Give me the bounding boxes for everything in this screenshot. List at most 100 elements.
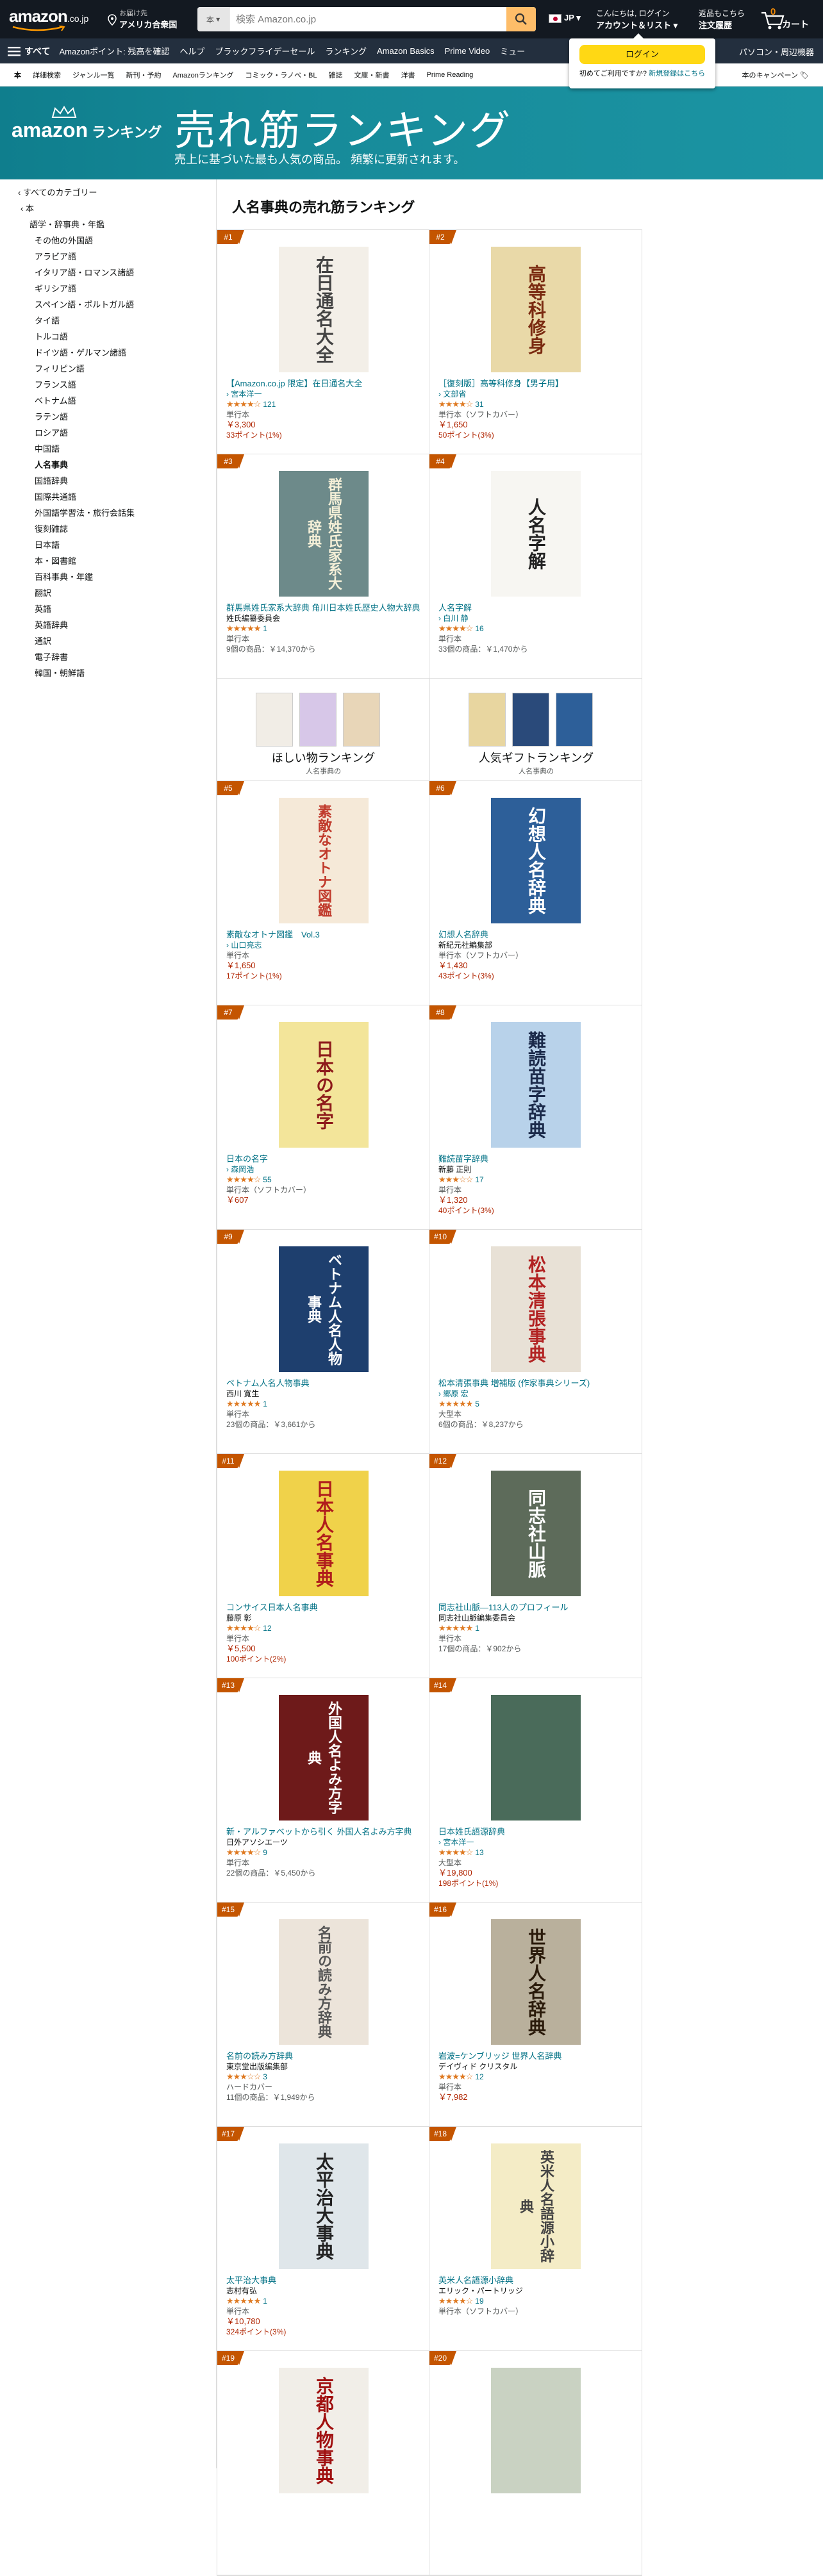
sidebar-category-item[interactable]: 国語辞典	[18, 473, 135, 489]
book-cover-image[interactable]: 同志社山脈	[491, 1471, 581, 1596]
dept-item-genres[interactable]: ジャンル一覧	[72, 70, 114, 80]
book-cover-image[interactable]: 京都人物事典	[279, 2368, 369, 2493]
product-title-link[interactable]: コンサイス日本人名事典	[226, 1603, 425, 1613]
product-rating[interactable]: ★★★★★ 1	[438, 1623, 637, 1633]
gift-ranking-link[interactable]: 人気ギフトランキング 人名事典の	[429, 679, 642, 781]
subnav-item-black-friday[interactable]: ブラックフライデーセール	[215, 45, 315, 57]
book-cover-image[interactable]: 外国人名よみ方字典	[279, 1695, 369, 1821]
dept-item-foreign-books[interactable]: 洋書	[401, 70, 415, 80]
product-rating[interactable]: ★★★★☆ 13	[438, 1847, 637, 1858]
product-card[interactable]: #1 在日通名大全 【Amazon.co.jp 限定】在日通名大全 › 宮本洋一 ★★★…	[217, 230, 429, 454]
sidebar-category-item[interactable]: ラテン語	[18, 409, 135, 425]
deliver-to[interactable]: お届け先 アメリカ合衆国	[108, 8, 204, 31]
product-rating[interactable]: ★★★★★ 1	[226, 2296, 425, 2306]
signup-link[interactable]: 新規登録はこちら	[649, 70, 705, 78]
product-card[interactable]: #18 英米人名語源小辞典 英米人名語源小辞典 エリック・パートリッジ ★★★★☆ 19 単…	[429, 2127, 642, 2350]
sidebar-category-item[interactable]: 国際共通語	[18, 489, 135, 505]
book-cover-image[interactable]	[491, 1695, 581, 1821]
dept-item-paperbacks[interactable]: 文庫・新書	[354, 70, 390, 80]
product-rating[interactable]: ★★★☆☆ 3	[226, 2072, 425, 2082]
sidebar-category-item[interactable]: トルコ語	[18, 329, 135, 345]
product-card[interactable]: #19 京都人物事典	[217, 2351, 429, 2575]
account-menu[interactable]: こんにちは, ログイン アカウント＆リスト ▾	[596, 8, 678, 31]
product-rating[interactable]: ★★★☆☆ 17	[438, 1175, 637, 1185]
book-cover-image[interactable]	[491, 2368, 581, 2493]
product-title-link[interactable]: 新・アルファベットから引く 外国人名よみ方字典	[226, 1827, 425, 1837]
sidebar-category-item[interactable]: 翻訳	[18, 585, 135, 601]
sidebar-category-item[interactable]: 電子辞書	[18, 649, 135, 665]
product-author[interactable]: › 郷原 宏	[438, 1389, 637, 1399]
product-title-link[interactable]: 英米人名語源小辞典	[438, 2275, 637, 2286]
book-cover-image[interactable]: 日本の名字	[279, 1022, 369, 1148]
product-offers[interactable]: 11個の商品：￥1,949から	[226, 2092, 425, 2102]
product-title-link[interactable]: 名前の読み方辞典	[226, 2051, 425, 2061]
sidebar-category-item[interactable]: その他の外国語	[18, 233, 135, 249]
book-cover-image[interactable]: ベトナム人名人物事典	[279, 1246, 369, 1372]
dept-item-prime-reading[interactable]: Prime Reading	[427, 71, 474, 79]
dept-item-new-releases[interactable]: 新刊・予約	[126, 70, 161, 80]
product-rating[interactable]: ★★★★☆ 12	[226, 1623, 425, 1633]
product-title-link[interactable]: 日本の名字	[226, 1154, 425, 1164]
book-cover-image[interactable]: 松本清張事典	[491, 1246, 581, 1372]
book-cover-image[interactable]: 幻想人名辞典	[491, 798, 581, 923]
product-offers[interactable]: 33個の商品：￥1,470から	[438, 644, 637, 654]
product-author[interactable]: › 白川 静	[438, 613, 637, 623]
sidebar-category-item[interactable]: ベトナム語	[18, 393, 135, 409]
sidebar-category-item[interactable]: フィリピン語	[18, 361, 135, 377]
dept-item-magazines[interactable]: 雑誌	[329, 70, 343, 80]
product-card[interactable]: #14 日本姓氏語源辞典 › 宮本洋一 ★★★★☆ 13 大型本 ￥19,800 198ポイン…	[429, 1678, 642, 1902]
product-rating[interactable]: ★★★★☆ 121	[226, 399, 425, 409]
book-cover-image[interactable]: 素敵なオトナ図鑑	[279, 798, 369, 923]
subnav-item-ranking[interactable]: ランキング	[325, 45, 367, 57]
subnav-item-prime-video[interactable]: Prime Video	[445, 46, 490, 56]
product-offers[interactable]: 9個の商品：￥14,370から	[226, 644, 425, 654]
book-cover-image[interactable]: 難読苗字辞典	[491, 1022, 581, 1148]
product-card[interactable]: #5 素敵なオトナ図鑑 素敵なオトナ図鑑 Vol.3 › 山口亮志 単行本 ￥1,650 1…	[217, 781, 429, 1005]
sidebar-category-item[interactable]: 本・図書館	[18, 553, 135, 569]
search-category-select[interactable]: 本 ▾	[197, 7, 229, 31]
product-author[interactable]: › 森岡浩	[226, 1164, 425, 1175]
product-author[interactable]: › 文部省	[438, 389, 637, 399]
product-card[interactable]: #17 太平治大事典 太平治大事典 志村有弘 ★★★★★ 1 単行本 ￥10,780 324ポイ…	[217, 2127, 429, 2350]
sidebar-category-item[interactable]: ロシア語	[18, 425, 135, 441]
product-offers[interactable]: 6個の商品：￥8,237から	[438, 1419, 637, 1430]
product-card[interactable]: #10 松本清張事典 松本清張事典 増補版 (作家事典シリーズ) › 郷原 宏 ★★★★…	[429, 1230, 642, 1453]
product-title-link[interactable]: 日本姓氏語源辞典	[438, 1827, 637, 1837]
sidebar-category-item[interactable]: アラビア語	[18, 249, 135, 265]
product-title-link[interactable]: 太平治大事典	[226, 2275, 425, 2286]
book-cover-image[interactable]: 人名字解	[491, 471, 581, 597]
product-card[interactable]: #6 幻想人名辞典 幻想人名辞典 新紀元社編集部 単行本（ソフトカバー） ￥1,430 43…	[429, 781, 642, 1005]
product-rating[interactable]: ★★★★☆ 55	[226, 1175, 425, 1185]
book-cover-image[interactable]: 群馬県姓氏家系大辞典	[279, 471, 369, 597]
login-button[interactable]: ログイン	[579, 45, 705, 64]
book-cover-image[interactable]: 世界人名辞典	[491, 1919, 581, 2045]
product-title-link[interactable]: 同志社山脈―113人のプロフィール	[438, 1603, 637, 1613]
book-cover-image[interactable]: 太平治大事典	[279, 2143, 369, 2269]
product-rating[interactable]: ★★★★☆ 19	[438, 2296, 637, 2306]
product-title-link[interactable]: 難読苗字辞典	[438, 1154, 637, 1164]
product-card[interactable]: #9 ベトナム人名人物事典 ベトナム人名人物事典 西川 寛生 ★★★★★ 1 単行本 23個の…	[217, 1230, 429, 1453]
product-rating[interactable]: ★★★★☆ 31	[438, 399, 637, 409]
product-card[interactable]: #16 世界人名辞典 岩波=ケンブリッジ 世界人名辞典 デイヴィド クリスタル ★★★★…	[429, 1903, 642, 2126]
sidebar-category-item[interactable]: 中国語	[18, 441, 135, 457]
search-button[interactable]	[506, 7, 536, 31]
sidebar-category-item[interactable]: 通訳	[18, 633, 135, 649]
product-title-link[interactable]: 【Amazon.co.jp 限定】在日通名大全	[226, 379, 425, 389]
sidebar-category-item[interactable]: ドイツ語・ゲルマン諸語	[18, 345, 135, 361]
sidebar-category-item[interactable]: 語学・辞事典・年鑑	[18, 217, 135, 233]
book-cover-image[interactable]: 名前の読み方辞典	[279, 1919, 369, 2045]
product-card[interactable]: #8 難読苗字辞典 難読苗字辞典 新藤 正則 ★★★☆☆ 17 単行本 ￥1,320 40ポイン…	[429, 1005, 642, 1229]
all-menu-button[interactable]: すべて	[8, 45, 50, 58]
book-cover-image[interactable]: 英米人名語源小辞典	[491, 2143, 581, 2269]
product-rating[interactable]: ★★★★★ 1	[226, 1399, 425, 1409]
book-cover-image[interactable]: 在日通名大全	[279, 247, 369, 372]
subnav-item-basics[interactable]: Amazon Basics	[377, 46, 435, 56]
cart-button[interactable]: 0 カート	[756, 6, 814, 32]
product-title-link[interactable]: 幻想人名辞典	[438, 930, 637, 940]
product-card[interactable]: #13 外国人名よみ方字典 新・アルファベットから引く 外国人名よみ方字典 日外アソシ…	[217, 1678, 429, 1902]
product-title-link[interactable]: 人名字解	[438, 603, 637, 613]
product-author[interactable]: › 宮本洋一	[226, 389, 425, 399]
sidebar-category-item[interactable]: ‹ すべてのカテゴリー	[18, 185, 135, 201]
subnav-item-pc[interactable]: パソコン・周辺機器	[739, 45, 814, 58]
product-offers[interactable]: 23個の商品：￥3,661から	[226, 1419, 425, 1430]
